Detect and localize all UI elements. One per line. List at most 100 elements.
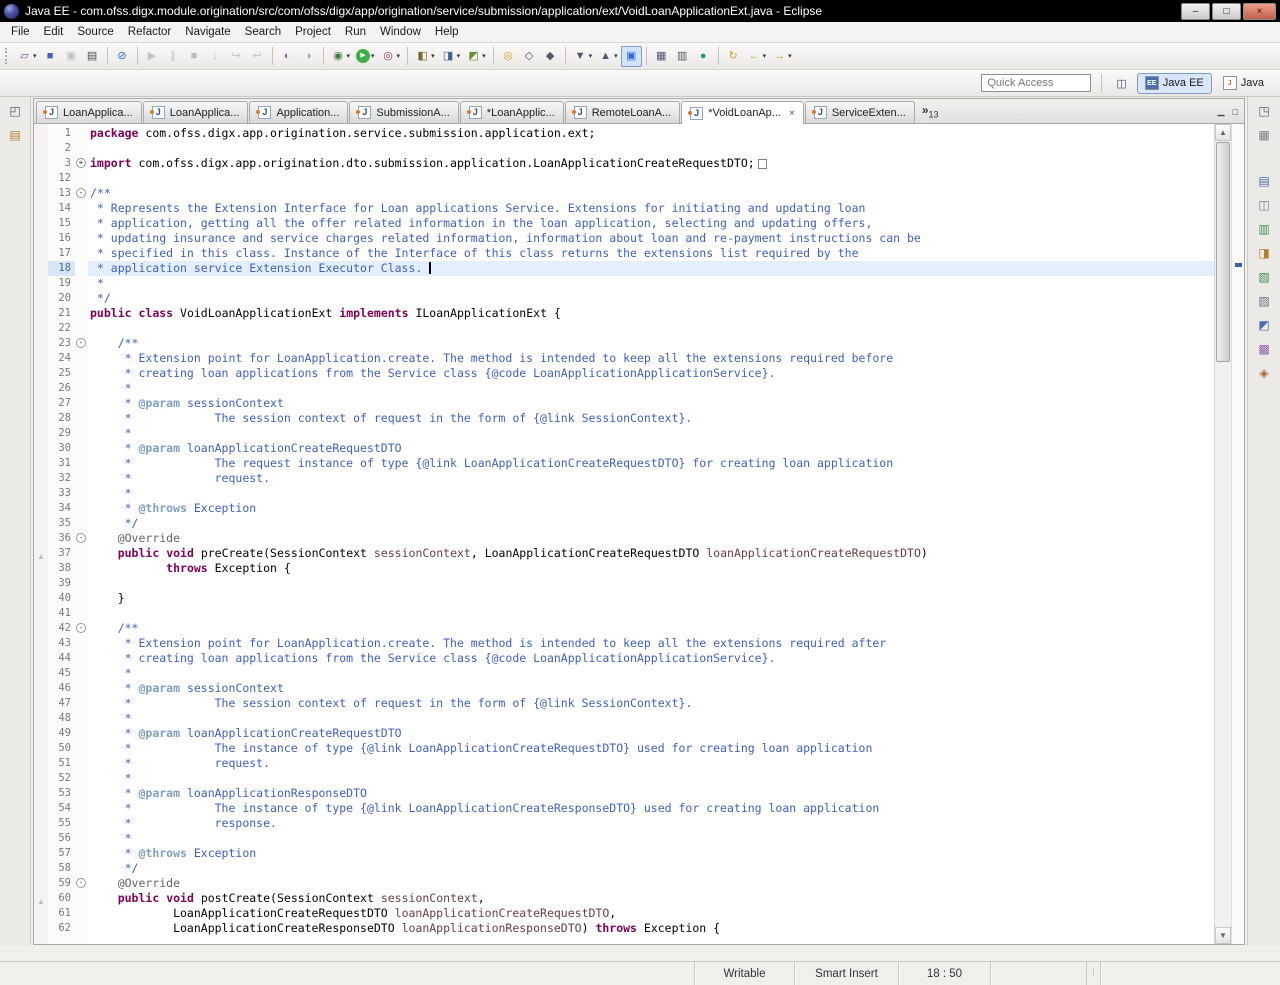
- line-number[interactable]: 51: [48, 756, 75, 771]
- code-line-text[interactable]: * request.: [88, 756, 1214, 771]
- annotation-ruler-cell[interactable]: ▲: [34, 891, 48, 906]
- code-line-40[interactable]: 40 }: [34, 591, 1214, 606]
- line-number[interactable]: 24: [48, 351, 75, 366]
- annotation-ruler-cell[interactable]: [34, 516, 48, 531]
- code-line-27[interactable]: 27 * @param sessionContext: [34, 396, 1214, 411]
- code-line-text[interactable]: *: [88, 831, 1214, 846]
- code-line-text[interactable]: * The request instance of type {@link Lo…: [88, 456, 1214, 471]
- code-line-text[interactable]: * @param loanApplicationCreateRequestDTO: [88, 441, 1214, 456]
- fold-ruler-cell[interactable]: [75, 411, 88, 426]
- annotation-ruler-cell[interactable]: [34, 426, 48, 441]
- fold-expand-icon[interactable]: +: [76, 158, 86, 168]
- annotation-ruler-cell[interactable]: [34, 291, 48, 306]
- fold-ruler-cell[interactable]: [75, 696, 88, 711]
- line-number[interactable]: 19: [48, 276, 75, 291]
- fold-ruler-cell[interactable]: [75, 726, 88, 741]
- code-line-text[interactable]: * application, getting all the offer rel…: [88, 216, 1214, 231]
- code-line-text[interactable]: import com.ofss.digx.app.origination.dto…: [88, 156, 1214, 171]
- line-number[interactable]: 41: [48, 606, 75, 621]
- annotation-ruler-cell[interactable]: [34, 366, 48, 381]
- code-line-34[interactable]: 34 * @throws Exception: [34, 501, 1214, 516]
- code-line-14[interactable]: 14 * Represents the Extension Interface …: [34, 201, 1214, 216]
- line-number[interactable]: 27: [48, 396, 75, 411]
- code-line-text[interactable]: * The session context of request in the …: [88, 411, 1214, 426]
- fold-ruler-cell[interactable]: [75, 921, 88, 936]
- code-line-text[interactable]: }: [88, 591, 1214, 606]
- code-line-36[interactable]: 36- @Override: [34, 531, 1214, 546]
- fold-ruler-cell[interactable]: [75, 321, 88, 336]
- fold-ruler-cell[interactable]: [75, 651, 88, 666]
- line-number[interactable]: 3: [48, 156, 75, 171]
- code-line-53[interactable]: 53 * @param loanApplicationResponseDTO: [34, 786, 1214, 801]
- line-number[interactable]: 50: [48, 741, 75, 756]
- annotation-ruler-cell[interactable]: [34, 561, 48, 576]
- annotation-ruler-cell[interactable]: [34, 531, 48, 546]
- annotation-ruler-cell[interactable]: [34, 771, 48, 786]
- code-line-text[interactable]: * response.: [88, 816, 1214, 831]
- line-number[interactable]: 56: [48, 831, 75, 846]
- code-line-text[interactable]: * specified in this class. Instance of t…: [88, 246, 1214, 261]
- code-line-57[interactable]: 57 * @throws Exception: [34, 846, 1214, 861]
- line-number[interactable]: 28: [48, 411, 75, 426]
- code-line-1[interactable]: 1package com.ofss.digx.app.origination.s…: [34, 126, 1214, 141]
- maximize-editor-icon[interactable]: □: [1229, 107, 1242, 123]
- line-number[interactable]: 25: [48, 366, 75, 381]
- line-number[interactable]: 26: [48, 381, 75, 396]
- forward-button[interactable]: →▾: [769, 46, 795, 67]
- code-line-52[interactable]: 52 *: [34, 771, 1214, 786]
- code-line-text[interactable]: * The instance of type {@link LoanApplic…: [88, 741, 1214, 756]
- line-number[interactable]: 40: [48, 591, 75, 606]
- minimized-view-button-3[interactable]: ▥: [1253, 219, 1275, 239]
- editor-tab-4[interactable]: JSubmissionA...: [349, 101, 458, 123]
- line-number[interactable]: 36: [48, 531, 75, 546]
- annotation-ruler-cell[interactable]: [34, 846, 48, 861]
- resume-button[interactable]: ▶: [142, 46, 163, 67]
- scrollbar-thumb[interactable]: [1216, 142, 1230, 362]
- code-line-35[interactable]: 35 */: [34, 516, 1214, 531]
- tab-overflow-indicator[interactable]: »13: [916, 103, 943, 123]
- code-line-text[interactable]: */: [88, 861, 1214, 876]
- run-button[interactable]: ▶▾: [353, 46, 378, 67]
- annotation-ruler-cell[interactable]: [34, 486, 48, 501]
- close-window-button[interactable]: ×: [1243, 3, 1276, 20]
- line-number[interactable]: 38: [48, 561, 75, 576]
- fold-ruler-cell[interactable]: [75, 681, 88, 696]
- menu-item-edit[interactable]: Edit: [37, 24, 71, 40]
- code-line-text[interactable]: /**: [88, 621, 1214, 636]
- dropdown-arrow-icon[interactable]: ▾: [763, 52, 767, 60]
- save-all-button[interactable]: ▣: [61, 46, 82, 67]
- annotation-ruler-cell[interactable]: [34, 591, 48, 606]
- annotation-ruler-cell[interactable]: [34, 411, 48, 426]
- line-number[interactable]: 37: [48, 546, 75, 561]
- minimized-view-button-2[interactable]: ◫: [1253, 195, 1275, 215]
- line-number[interactable]: 12: [48, 171, 75, 186]
- annotation-ruler-cell[interactable]: [34, 921, 48, 936]
- line-number[interactable]: 61: [48, 906, 75, 921]
- line-number[interactable]: 23: [48, 336, 75, 351]
- dropdown-arrow-icon[interactable]: ▾: [431, 52, 435, 60]
- perspective-java[interactable]: JJava: [1215, 73, 1272, 94]
- fold-ruler-cell[interactable]: -: [75, 876, 88, 891]
- line-number[interactable]: 22: [48, 321, 75, 336]
- fold-collapse-icon[interactable]: -: [76, 878, 86, 888]
- line-number[interactable]: 18: [48, 261, 75, 276]
- line-number[interactable]: 21: [48, 306, 75, 321]
- annotation-ruler-cell[interactable]: [34, 831, 48, 846]
- code-line-41[interactable]: 41: [34, 606, 1214, 621]
- last-edit-location-button[interactable]: ↻: [723, 46, 744, 67]
- line-number[interactable]: 43: [48, 636, 75, 651]
- code-line-text[interactable]: @Override: [88, 876, 1214, 891]
- menu-item-search[interactable]: Search: [238, 24, 288, 40]
- code-line-text[interactable]: * @param loanApplicationCreateRequestDTO: [88, 726, 1214, 741]
- line-number[interactable]: 57: [48, 846, 75, 861]
- line-number[interactable]: 20: [48, 291, 75, 306]
- fold-ruler-cell[interactable]: [75, 816, 88, 831]
- dropdown-arrow-icon[interactable]: ▾: [482, 52, 486, 60]
- code-line-text[interactable]: *: [88, 486, 1214, 501]
- project-explorer-button[interactable]: ▤: [4, 125, 26, 145]
- editor-tab-7[interactable]: J*VoidLoanAp...×: [681, 101, 804, 124]
- code-line-24[interactable]: 24 * Extension point for LoanApplication…: [34, 351, 1214, 366]
- line-number[interactable]: 29: [48, 426, 75, 441]
- toolbar-grip[interactable]: [5, 48, 10, 64]
- fold-ruler-cell[interactable]: [75, 546, 88, 561]
